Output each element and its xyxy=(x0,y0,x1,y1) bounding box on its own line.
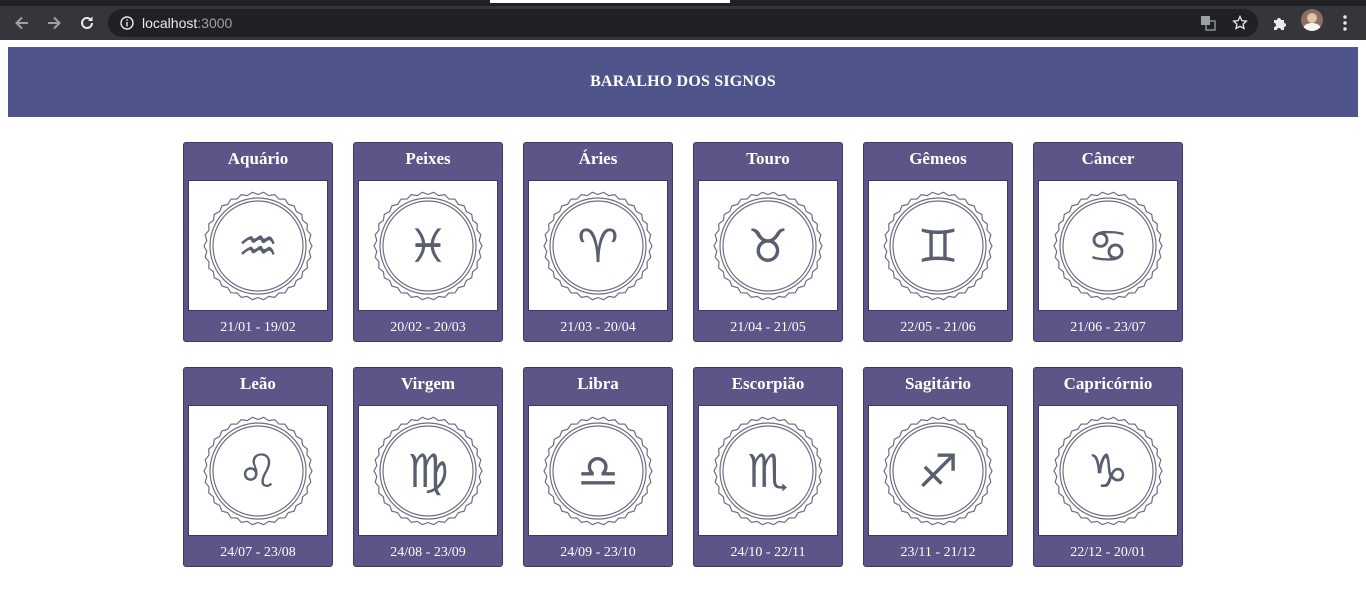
sign-name: Leão xyxy=(240,374,276,393)
sign-glyph: ♈ xyxy=(577,218,619,273)
sign-dates: 20/02 - 20/03 xyxy=(390,320,466,335)
sign-card[interactable]: Escorpião ♏ 24/10 - 22/11 xyxy=(693,367,843,567)
sign-glyph: ♋ xyxy=(1087,218,1129,273)
sign-name: Sagitário xyxy=(904,374,972,393)
star-icon[interactable] xyxy=(1230,13,1250,33)
sign-image: ♍ xyxy=(358,405,498,536)
sign-image: ♑ xyxy=(1038,405,1178,536)
sign-glyph: ♉ xyxy=(747,218,789,273)
sign-name: Aquário xyxy=(227,149,289,168)
sign-card[interactable]: Virgem ♍ 24/08 - 23/09 xyxy=(353,367,503,567)
sign-name: Touro xyxy=(746,149,790,168)
sign-dates: 24/09 - 23/10 xyxy=(560,545,636,560)
sign-card[interactable]: Gêmeos ♊ 22/05 - 21/06 xyxy=(863,142,1013,342)
active-tab-indicator xyxy=(490,0,730,3)
sign-dates: 24/08 - 23/09 xyxy=(390,545,466,560)
sign-dates: 21/06 - 23/07 xyxy=(1070,320,1146,335)
puzzle-icon[interactable] xyxy=(1265,8,1295,38)
sign-glyph: ♒ xyxy=(237,218,279,273)
sign-dates: 23/11 - 21/12 xyxy=(900,545,976,560)
sign-glyph: ♍ xyxy=(407,443,449,498)
sign-card[interactable]: Touro ♉ 21/04 - 21/05 xyxy=(693,142,843,342)
sign-card[interactable]: Leão ♌ 24/07 - 23/08 xyxy=(183,367,333,567)
translate-icon[interactable] xyxy=(1198,13,1218,33)
sign-glyph: ♊ xyxy=(917,218,959,273)
sign-dates: 21/01 - 19/02 xyxy=(220,320,296,335)
sign-card[interactable]: Aquário ♒ 21/01 - 19/02 xyxy=(183,142,333,342)
address-bar[interactable]: localhost:3000 xyxy=(108,9,1258,37)
page-header: BARALHO DOS SIGNOS xyxy=(8,47,1358,117)
sign-card[interactable]: Áries ♈ 21/03 - 20/04 xyxy=(523,142,673,342)
forward-arrow-icon[interactable] xyxy=(39,8,69,38)
sign-dates: 21/04 - 21/05 xyxy=(730,320,806,335)
sign-image: ♊ xyxy=(868,180,1008,311)
sign-image: ♏ xyxy=(698,405,838,536)
sign-glyph: ♓ xyxy=(407,218,449,273)
sign-card[interactable]: Sagitário ♐ 23/11 - 21/12 xyxy=(863,367,1013,567)
sign-image: ♈ xyxy=(528,180,668,311)
sign-image: ♐ xyxy=(868,405,1008,536)
back-arrow-icon[interactable] xyxy=(7,8,37,38)
sign-name: Peixes xyxy=(405,149,451,168)
sign-name: Gêmeos xyxy=(909,149,967,168)
kebab-menu-icon[interactable] xyxy=(1330,8,1360,38)
sign-name: Libra xyxy=(577,374,619,393)
sign-name: Escorpião xyxy=(731,374,805,393)
profile-avatar[interactable] xyxy=(1301,9,1323,31)
sign-name: Capricórnio xyxy=(1063,374,1153,393)
sign-glyph: ♌ xyxy=(237,443,279,498)
sign-image: ♓ xyxy=(358,180,498,311)
sign-dates: 22/12 - 20/01 xyxy=(1070,545,1146,560)
sign-glyph: ♑ xyxy=(1087,443,1129,498)
sign-card[interactable]: Libra ♎ 24/09 - 23/10 xyxy=(523,367,673,567)
sign-image: ♌ xyxy=(188,405,328,536)
sign-card[interactable]: Capricórnio ♑ 22/12 - 20/01 xyxy=(1033,367,1183,567)
sign-card[interactable]: Peixes ♓ 20/02 - 20/03 xyxy=(353,142,503,342)
sign-glyph: ♎ xyxy=(577,443,619,498)
sign-image: ♋ xyxy=(1038,180,1178,311)
sign-image: ♎ xyxy=(528,405,668,536)
sign-glyph: ♏ xyxy=(747,443,789,498)
sign-dates: 24/10 - 22/11 xyxy=(730,545,806,560)
sign-card[interactable]: Câncer ♋ 21/06 - 23/07 xyxy=(1033,142,1183,342)
sign-image: ♒ xyxy=(188,180,328,311)
site-info-icon[interactable] xyxy=(118,14,136,32)
reload-icon[interactable] xyxy=(72,8,102,38)
sign-glyph: ♐ xyxy=(917,443,959,498)
page-title: BARALHO DOS SIGNOS xyxy=(590,73,776,90)
sign-image: ♉ xyxy=(698,180,838,311)
sign-dates: 24/07 - 23/08 xyxy=(220,545,296,560)
sign-dates: 21/03 - 20/04 xyxy=(560,320,636,335)
sign-dates: 22/05 - 21/06 xyxy=(900,320,976,335)
browser-chrome: localhost:3000 xyxy=(0,0,1366,40)
url-host: localhost xyxy=(142,15,198,31)
sign-name: Áries xyxy=(578,149,618,168)
url-port: :3000 xyxy=(197,15,233,31)
sign-name: Câncer xyxy=(1081,149,1135,168)
url-text[interactable]: localhost:3000 xyxy=(142,9,232,37)
browser-toolbar: localhost:3000 xyxy=(0,6,1366,40)
sign-name: Virgem xyxy=(400,374,456,393)
